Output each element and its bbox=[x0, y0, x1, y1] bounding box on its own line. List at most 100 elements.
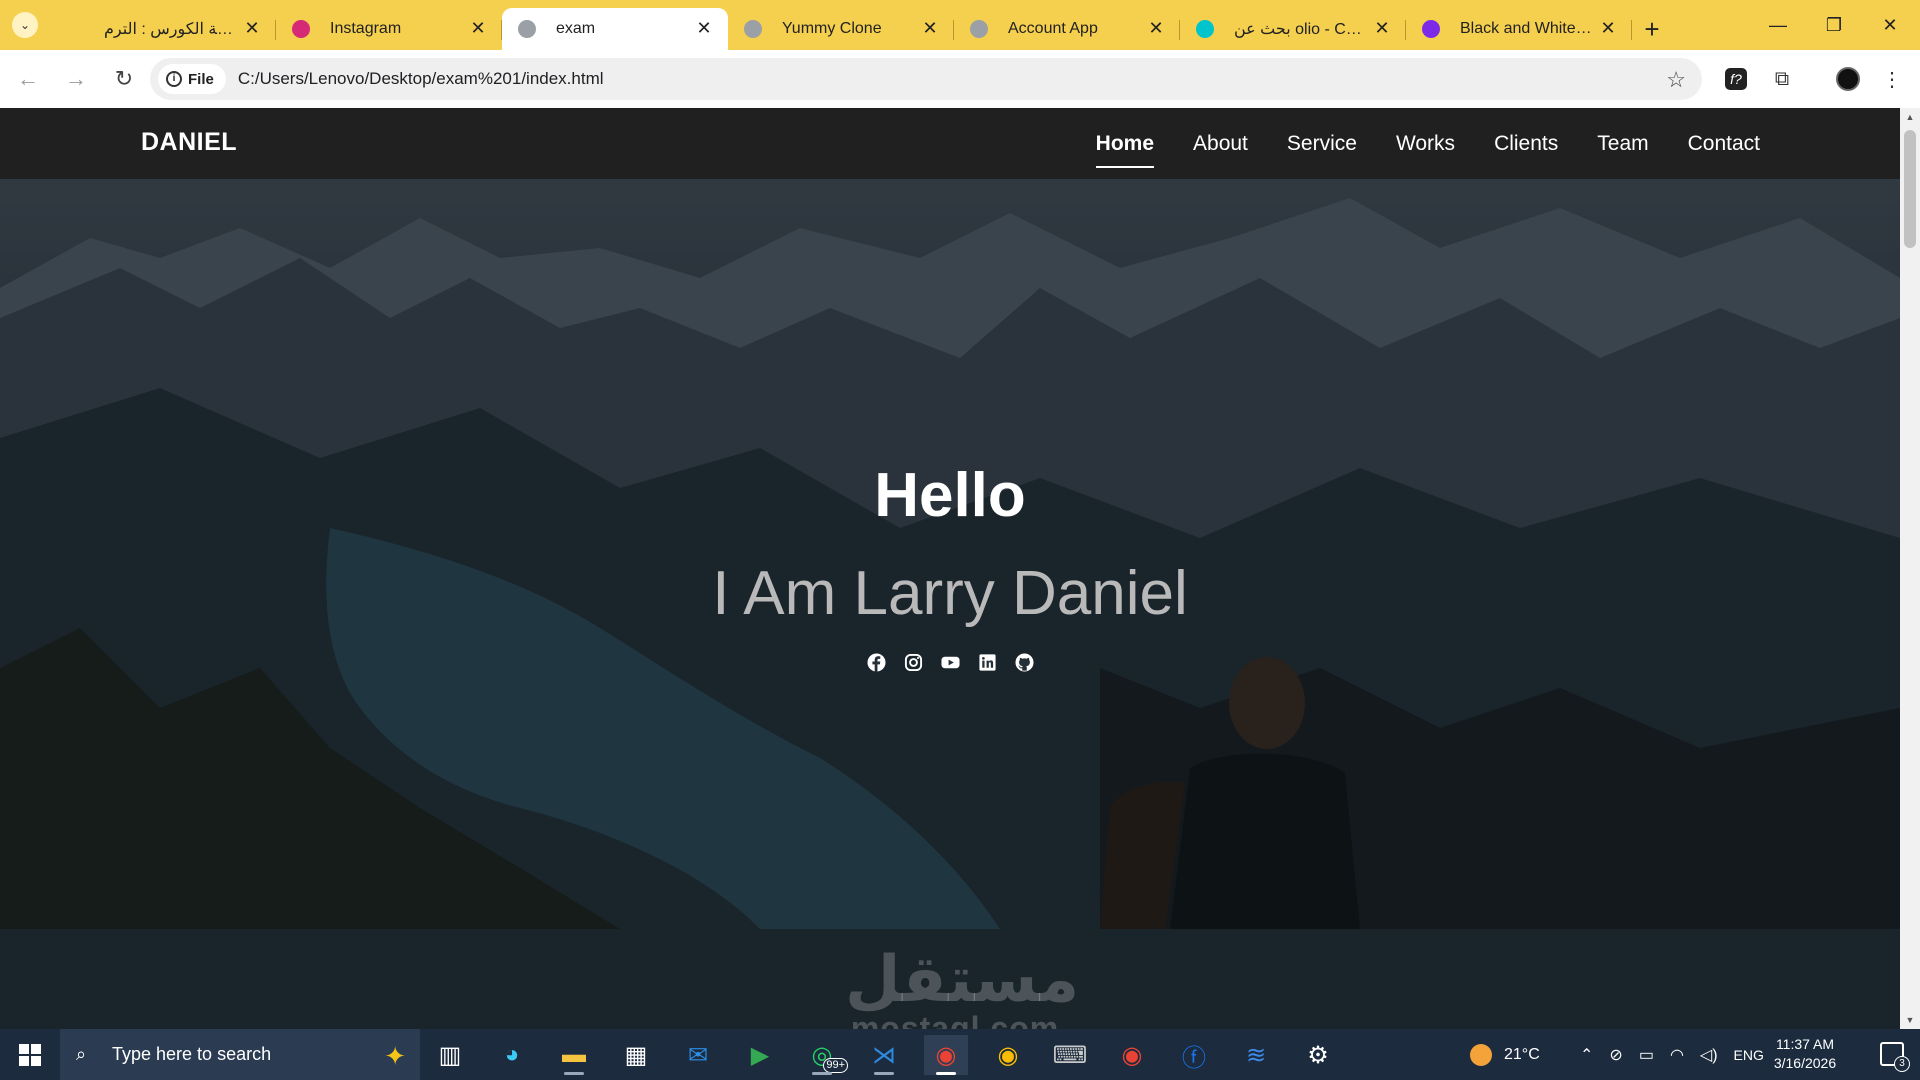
browser-tab[interactable]: Yummy Clone ✕ bbox=[728, 8, 954, 50]
profile-avatar[interactable] bbox=[1832, 63, 1864, 95]
tab-close-icon[interactable]: ✕ bbox=[242, 18, 262, 38]
tab-favicon-icon bbox=[66, 20, 84, 38]
chrome-icon[interactable]: ◉ bbox=[986, 1035, 1030, 1075]
tab-close-icon[interactable]: ✕ bbox=[920, 18, 940, 38]
back-button[interactable]: ← bbox=[8, 59, 48, 99]
bookmark-star-icon[interactable]: ☆ bbox=[1666, 67, 1686, 93]
new-tab-button[interactable]: + bbox=[1632, 8, 1672, 50]
browser-tab[interactable]: exam ✕ bbox=[502, 8, 728, 50]
close-window-button[interactable]: ✕ bbox=[1862, 0, 1918, 50]
mostaql-watermark: مستقل mostaql.com bbox=[845, 943, 1080, 1029]
facebook-app-icon[interactable]: ⓕ bbox=[1172, 1035, 1216, 1075]
nav-link-home[interactable]: Home bbox=[1095, 108, 1155, 179]
site-brand-logo[interactable]: DANIEL bbox=[141, 128, 237, 157]
scroll-down-arrow-icon[interactable]: ▼ bbox=[1904, 1015, 1916, 1025]
weather-widget[interactable]: 21°C bbox=[1470, 1029, 1540, 1080]
url-text[interactable]: C:/Users/Lenovo/Desktop/exam%201/index.h… bbox=[238, 69, 604, 89]
browser-menu-icon[interactable]: ⋮ bbox=[1876, 63, 1908, 95]
tab-favicon-icon bbox=[1196, 20, 1214, 38]
tab-close-icon[interactable]: ✕ bbox=[694, 18, 714, 38]
scroll-up-arrow-icon[interactable]: ▲ bbox=[1904, 112, 1916, 122]
minimize-icon: — bbox=[1769, 14, 1787, 35]
whatsapp-icon[interactable]: ◎ 99+ bbox=[800, 1035, 848, 1075]
restore-icon: ❐ bbox=[1825, 14, 1843, 35]
tab-close-icon[interactable]: ✕ bbox=[468, 18, 488, 38]
minimize-button[interactable]: — bbox=[1750, 0, 1806, 50]
nav-link-service[interactable]: Service bbox=[1287, 108, 1357, 179]
wifi-icon[interactable]: ◠ bbox=[1670, 1045, 1684, 1065]
page-viewport: DANIEL Home About Service Works Clients Team C… bbox=[0, 108, 1920, 1029]
extensions-puzzle-icon[interactable]: ⧉ bbox=[1766, 63, 1798, 95]
taskbar-search-placeholder: Type here to search bbox=[112, 1044, 272, 1064]
browser-tab[interactable]: صفحة الكورس : الترم ✕ bbox=[50, 8, 276, 50]
facebook-icon[interactable] bbox=[866, 653, 886, 672]
nav-link-about[interactable]: About bbox=[1193, 108, 1248, 179]
edge-icon[interactable]: ◕ bbox=[490, 1035, 534, 1075]
outlook-icon[interactable]: ✉ bbox=[676, 1035, 720, 1075]
browser-tab[interactable]: Black and White Min ✕ bbox=[1406, 8, 1632, 50]
task-view-icon[interactable]: ▥ bbox=[428, 1035, 472, 1075]
watermark-arabic: مستقل bbox=[845, 943, 1080, 1017]
notification-count: 3 bbox=[1894, 1056, 1910, 1072]
app-stack-icon[interactable]: ≋ bbox=[1234, 1035, 1278, 1075]
linkedin-icon[interactable] bbox=[978, 653, 997, 672]
hero-subtitle: I Am Larry Daniel bbox=[712, 559, 1188, 628]
tab-close-icon[interactable]: ✕ bbox=[1598, 18, 1618, 38]
copilot-sparkle-icon[interactable]: ✦ bbox=[384, 1041, 406, 1072]
tab-favicon-icon bbox=[744, 20, 762, 38]
page-scrollbar[interactable]: ▲ ▼ bbox=[1900, 108, 1920, 1029]
site-navbar: DANIEL Home About Service Works Clients Team C… bbox=[0, 108, 1900, 179]
nav-link-contact[interactable]: Contact bbox=[1688, 108, 1760, 179]
browser-toolbar: ← → ↻ i File C:/Users/Lenovo/Desktop/exa… bbox=[0, 50, 1920, 108]
taskbar-search-box[interactable]: ⌕ Type here to search ✦ bbox=[60, 1029, 420, 1080]
address-bar[interactable]: i File C:/Users/Lenovo/Desktop/exam%201/… bbox=[150, 58, 1702, 100]
tab-close-icon[interactable]: ✕ bbox=[1372, 18, 1392, 38]
vscode-icon[interactable]: ⋊ bbox=[862, 1035, 906, 1075]
play-store-icon[interactable]: ▶ bbox=[738, 1035, 782, 1075]
tab-label: بحث عن olio - Canva bbox=[1234, 21, 1366, 38]
github-icon[interactable] bbox=[1014, 653, 1034, 672]
forward-button[interactable]: → bbox=[56, 59, 96, 99]
chrome-active-icon[interactable]: ◉ bbox=[924, 1035, 968, 1075]
tab-label: exam bbox=[556, 20, 596, 37]
reload-button[interactable]: ↻ bbox=[104, 59, 144, 99]
microsoft-store-icon[interactable]: ▦ bbox=[614, 1035, 658, 1075]
keyboard-app-icon[interactable]: ⌨ bbox=[1048, 1035, 1092, 1075]
tab-favicon-icon bbox=[1422, 20, 1440, 38]
instagram-icon[interactable] bbox=[904, 653, 923, 672]
battery-icon[interactable]: ▭ bbox=[1639, 1045, 1654, 1065]
start-button[interactable] bbox=[0, 1029, 60, 1080]
forward-arrow-icon: → bbox=[65, 66, 87, 91]
back-arrow-icon: ← bbox=[17, 66, 39, 91]
whatsapp-badge: 99+ bbox=[823, 1058, 848, 1073]
nav-link-works[interactable]: Works bbox=[1396, 108, 1455, 179]
taskbar-clock[interactable]: 11:37 AM 3/16/2026 bbox=[1760, 1035, 1850, 1073]
network-off-icon[interactable]: ⊘ bbox=[1609, 1045, 1622, 1065]
nav-link-clients[interactable]: Clients bbox=[1494, 108, 1558, 179]
tab-label: Black and White Min bbox=[1460, 20, 1592, 37]
settings-gear-icon[interactable]: ⚙ bbox=[1296, 1035, 1340, 1075]
nav-link-team[interactable]: Team bbox=[1597, 108, 1648, 179]
watermark-latin: mostaql.com bbox=[850, 1010, 1060, 1029]
browser-tab[interactable]: بحث عن olio - Canva ✕ bbox=[1180, 8, 1406, 50]
tab-close-icon[interactable]: ✕ bbox=[1146, 18, 1166, 38]
volume-icon[interactable]: ◁) bbox=[1700, 1045, 1718, 1065]
youtube-icon[interactable] bbox=[940, 653, 960, 672]
weather-temp: 21°C bbox=[1504, 1045, 1540, 1063]
info-icon: i bbox=[166, 71, 182, 87]
tab-favicon-icon bbox=[292, 20, 310, 38]
windows-logo-icon bbox=[19, 1043, 41, 1066]
notification-center-icon[interactable]: 3 bbox=[1880, 1042, 1910, 1072]
tab-search-button[interactable]: ⌄ bbox=[12, 12, 38, 38]
restore-button[interactable]: ❐ bbox=[1806, 0, 1862, 50]
extension-fonts-icon[interactable]: f? bbox=[1720, 63, 1752, 95]
reload-icon: ↻ bbox=[114, 66, 134, 91]
browser-tab[interactable]: Account App ✕ bbox=[954, 8, 1180, 50]
tab-label: Account App bbox=[1008, 20, 1098, 37]
tray-chevron-up-icon[interactable]: ⌃ bbox=[1580, 1045, 1593, 1065]
chrome-profile-icon[interactable]: ◉ bbox=[1110, 1035, 1154, 1075]
browser-tab[interactable]: Instagram ✕ bbox=[276, 8, 502, 50]
scroll-thumb[interactable] bbox=[1904, 130, 1916, 248]
site-info-chip[interactable]: i File bbox=[158, 64, 226, 94]
file-explorer-icon[interactable]: ▬ bbox=[552, 1035, 596, 1075]
